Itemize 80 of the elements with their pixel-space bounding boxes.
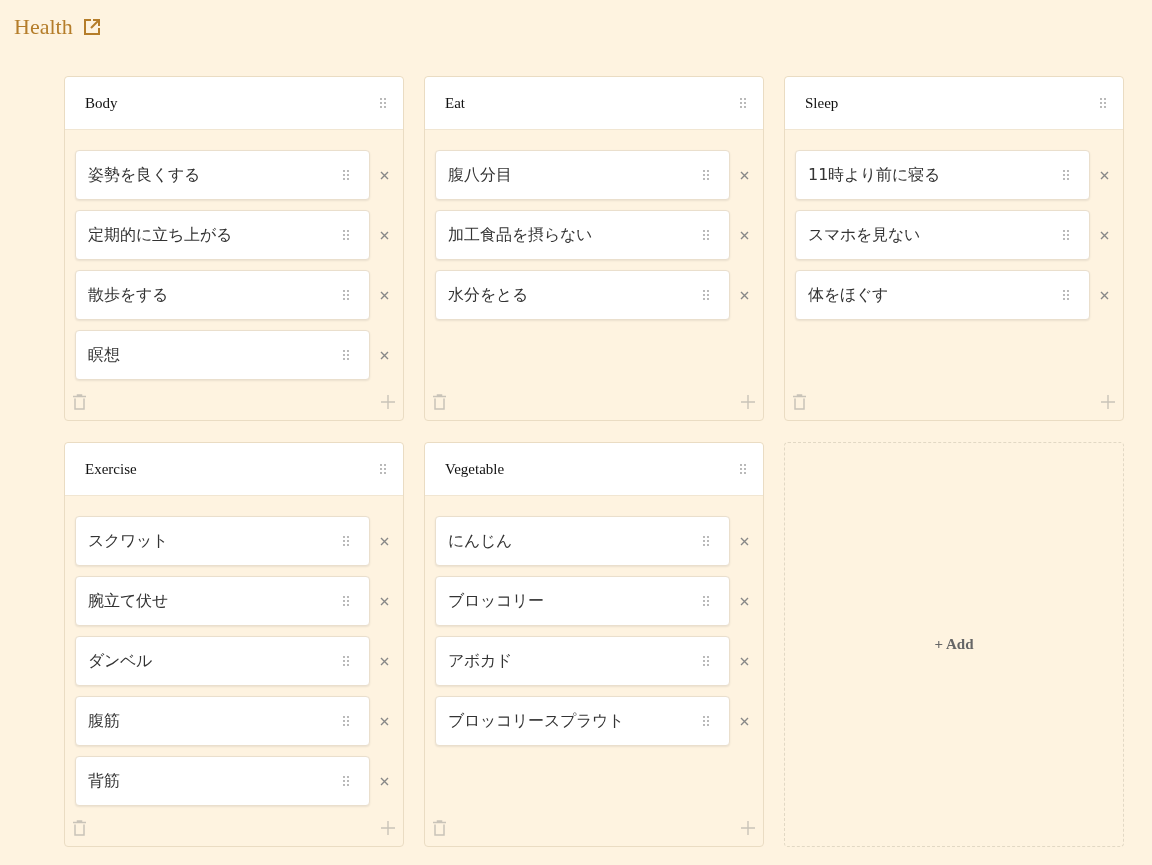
drag-handle-icon[interactable]	[380, 98, 386, 108]
task-text: 背筋	[88, 770, 120, 792]
add-button[interactable]	[381, 395, 395, 409]
task-card[interactable]: ダンベル	[75, 636, 370, 686]
task-card[interactable]: 散歩をする	[75, 270, 370, 320]
task-text: 11時より前に寝る	[808, 164, 941, 186]
drag-handle-icon[interactable]	[343, 776, 349, 786]
task-text: 体をほぐす	[808, 284, 888, 306]
task-card[interactable]: スマホを見ない	[795, 210, 1090, 260]
drag-handle-icon[interactable]	[1100, 98, 1106, 108]
task-text: 水分をとる	[448, 284, 528, 306]
drag-handle-icon[interactable]	[703, 596, 709, 606]
trash-button[interactable]	[73, 820, 86, 836]
task-text: スクワット	[88, 530, 168, 552]
external-link-icon[interactable]	[82, 18, 101, 36]
drag-handle-icon[interactable]	[740, 98, 746, 108]
task-text: 定期的に立ち上がる	[88, 224, 232, 246]
board-title: Exercise	[85, 460, 137, 478]
drag-handle-icon[interactable]	[703, 716, 709, 726]
task-text: ブロッコリースプラウト	[448, 710, 624, 732]
task-card[interactable]: スクワット	[75, 516, 370, 566]
task-card[interactable]: 瞑想	[75, 330, 370, 380]
drag-handle-icon[interactable]	[703, 170, 709, 180]
task-card[interactable]: にんじん	[435, 516, 730, 566]
drag-handle-icon[interactable]	[703, 536, 709, 546]
task-text: スマホを見ない	[808, 224, 920, 246]
drag-handle-icon[interactable]	[343, 290, 349, 300]
task-card[interactable]: アボカド	[435, 636, 730, 686]
drag-handle-icon[interactable]	[343, 230, 349, 240]
drag-handle-icon[interactable]	[343, 170, 349, 180]
board-title: Vegetable	[445, 460, 505, 478]
drag-handle-icon[interactable]	[343, 536, 349, 546]
task-text: 加工食品を摂らない	[448, 224, 592, 246]
task-text: 腕立て伏せ	[88, 590, 168, 612]
task-card[interactable]: 体をほぐす	[795, 270, 1090, 320]
add-button[interactable]	[741, 395, 755, 409]
drag-handle-icon[interactable]	[1063, 230, 1069, 240]
task-card[interactable]: ブロッコリー	[435, 576, 730, 626]
add-button[interactable]	[381, 821, 395, 835]
drag-handle-icon[interactable]	[343, 350, 349, 360]
drag-handle-icon[interactable]	[703, 290, 709, 300]
task-text: 腹筋	[88, 710, 120, 732]
board-title: Sleep	[805, 94, 839, 112]
drag-handle-icon[interactable]	[343, 596, 349, 606]
trash-button[interactable]	[73, 394, 86, 410]
drag-handle-icon[interactable]	[740, 464, 746, 474]
task-card[interactable]: 定期的に立ち上がる	[75, 210, 370, 260]
task-text: 腹八分目	[448, 164, 512, 186]
drag-handle-icon[interactable]	[1063, 290, 1069, 300]
task-text: 散歩をする	[88, 284, 168, 306]
task-card[interactable]: 加工食品を摂らない	[435, 210, 730, 260]
task-card[interactable]: 11時より前に寝る	[795, 150, 1090, 200]
board-title: Eat	[445, 94, 465, 112]
task-card[interactable]: 腕立て伏せ	[75, 576, 370, 626]
task-text: ブロッコリー	[448, 590, 544, 612]
task-text: ダンベル	[88, 650, 152, 672]
add-board-button[interactable]: + Add	[784, 442, 1124, 847]
task-card[interactable]: ブロッコリースプラウト	[435, 696, 730, 746]
task-card[interactable]: 水分をとる	[435, 270, 730, 320]
board-title: Body	[85, 94, 118, 112]
task-text: 瞑想	[88, 344, 120, 366]
task-text: 姿勢を良くする	[88, 164, 200, 186]
drag-handle-icon[interactable]	[703, 656, 709, 666]
task-card[interactable]: 腹八分目	[435, 150, 730, 200]
drag-handle-icon[interactable]	[343, 656, 349, 666]
drag-handle-icon[interactable]	[1063, 170, 1069, 180]
task-card[interactable]: 背筋	[75, 756, 370, 806]
page-title: Health	[14, 14, 73, 40]
task-text: アボカド	[448, 650, 512, 672]
trash-button[interactable]	[433, 820, 446, 836]
task-text: にんじん	[448, 530, 512, 552]
task-card[interactable]: 腹筋	[75, 696, 370, 746]
add-button[interactable]	[1101, 395, 1115, 409]
drag-handle-icon[interactable]	[380, 464, 386, 474]
drag-handle-icon[interactable]	[343, 716, 349, 726]
add-button[interactable]	[741, 821, 755, 835]
trash-button[interactable]	[793, 394, 806, 410]
task-card[interactable]: 姿勢を良くする	[75, 150, 370, 200]
drag-handle-icon[interactable]	[703, 230, 709, 240]
trash-button[interactable]	[433, 394, 446, 410]
